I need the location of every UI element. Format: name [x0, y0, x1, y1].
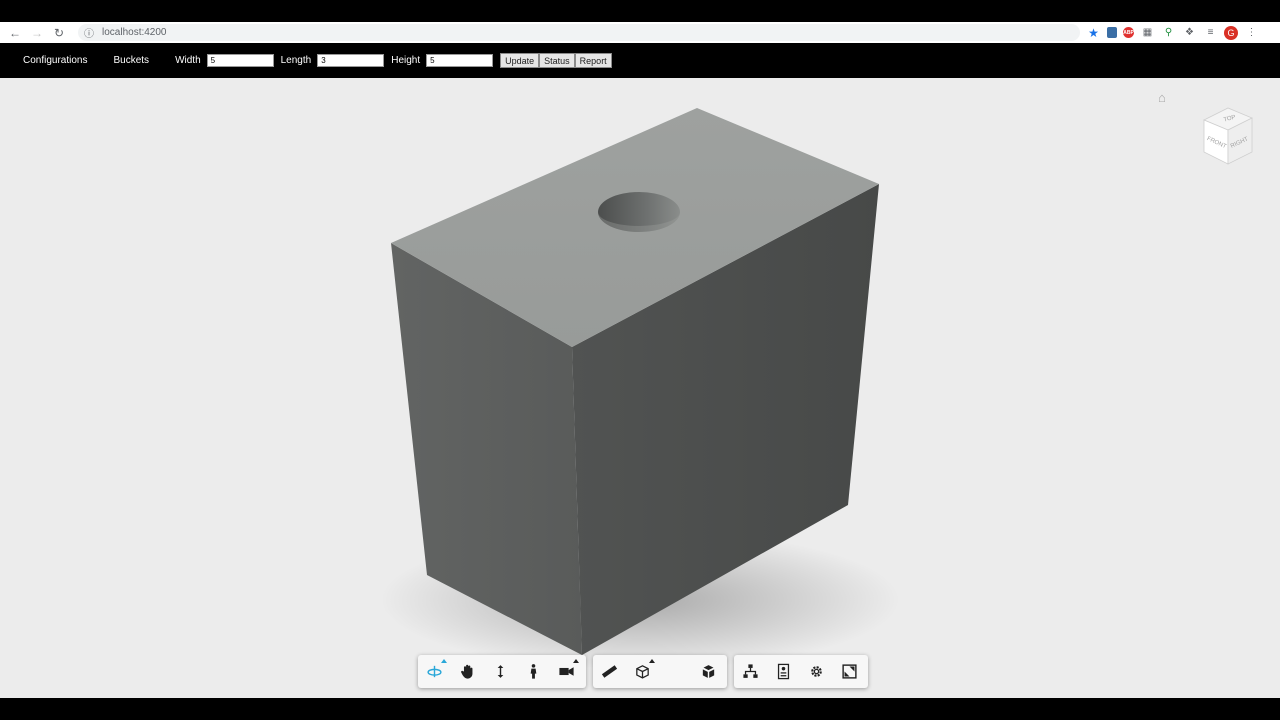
report-button[interactable]: Report: [574, 53, 612, 68]
address-bar[interactable]: ⓘ localhost:4200: [78, 24, 1080, 41]
dolly-tool-button[interactable]: [484, 655, 517, 688]
extension-box-icon[interactable]: ▦: [1140, 25, 1155, 40]
menu-kebab-icon[interactable]: ⋮: [1244, 25, 1259, 40]
extensions-puzzle-icon[interactable]: ❖: [1182, 25, 1197, 40]
pan-icon: [461, 664, 473, 679]
address-url: localhost:4200: [102, 27, 167, 38]
pan-tool-button[interactable]: [451, 655, 484, 688]
first-person-tool-button[interactable]: [517, 655, 550, 688]
dolly-icon: [497, 665, 504, 678]
explode-icon: [702, 665, 715, 678]
screen-bottom-border: [0, 698, 1280, 720]
screen-top-border: [0, 0, 1280, 22]
settings-button[interactable]: [800, 655, 833, 688]
settings-icon: [811, 666, 822, 677]
nav-buckets-link[interactable]: Buckets: [113, 55, 149, 66]
orbit-tool-button[interactable]: [418, 655, 451, 688]
measure-icon: [601, 665, 618, 678]
viewcube[interactable]: TOP FRONT RIGHT: [1200, 104, 1260, 170]
bookmark-star-icon[interactable]: ★: [1086, 25, 1101, 40]
width-input[interactable]: [206, 54, 274, 67]
section-icon: [636, 665, 649, 679]
status-button[interactable]: Status: [539, 53, 575, 68]
camera-icon: [559, 667, 574, 676]
section-tool-button[interactable]: [626, 655, 659, 688]
browser-toolbar: ← → ↻ ⓘ localhost:4200 ★ ABP ▦ ⚲ ❖ ≡ G ⋮: [0, 22, 1280, 43]
model-render: [380, 108, 900, 670]
first-person-icon: [530, 664, 537, 679]
app-navbar: Configurations Buckets Width Length Heig…: [0, 43, 1280, 78]
height-input[interactable]: [426, 54, 494, 67]
extension-key-icon[interactable]: ⚲: [1161, 25, 1176, 40]
reading-list-icon[interactable]: ≡: [1203, 25, 1218, 40]
properties-button[interactable]: [767, 655, 800, 688]
home-icon[interactable]: ⌂: [1158, 90, 1166, 105]
info-icon[interactable]: ⓘ: [84, 25, 100, 40]
model-browser-icon: [743, 664, 758, 678]
fullscreen-button[interactable]: [833, 655, 866, 688]
length-label: Length: [280, 55, 312, 66]
navigation-tools-group: [418, 655, 586, 688]
settings-tools-group: [734, 655, 868, 688]
nav-configurations-link[interactable]: Configurations: [23, 55, 87, 66]
model-browser-button[interactable]: [734, 655, 767, 688]
width-label: Width: [175, 55, 201, 66]
back-icon[interactable]: ←: [4, 22, 26, 43]
3d-viewer-canvas[interactable]: [0, 78, 1280, 698]
forward-icon[interactable]: →: [26, 22, 48, 43]
camera-tool-button[interactable]: [550, 655, 583, 688]
reload-icon[interactable]: ↻: [48, 22, 70, 43]
extensions-area: ★ ABP ▦ ⚲ ❖ ≡ G ⋮: [1086, 25, 1259, 40]
inspect-tools-group: [593, 655, 727, 688]
properties-icon: [777, 663, 790, 680]
explode-tool-button[interactable]: [692, 655, 725, 688]
orbit-icon: [427, 665, 442, 678]
profile-avatar[interactable]: G: [1224, 25, 1238, 40]
adblock-icon[interactable]: ABP: [1123, 27, 1134, 38]
extension-shield-icon[interactable]: [1107, 27, 1117, 38]
height-label: Height: [391, 55, 421, 66]
fullscreen-icon: [842, 664, 857, 679]
measure-tool-button[interactable]: [593, 655, 626, 688]
length-input[interactable]: [317, 54, 385, 67]
update-button[interactable]: Update: [500, 53, 540, 68]
